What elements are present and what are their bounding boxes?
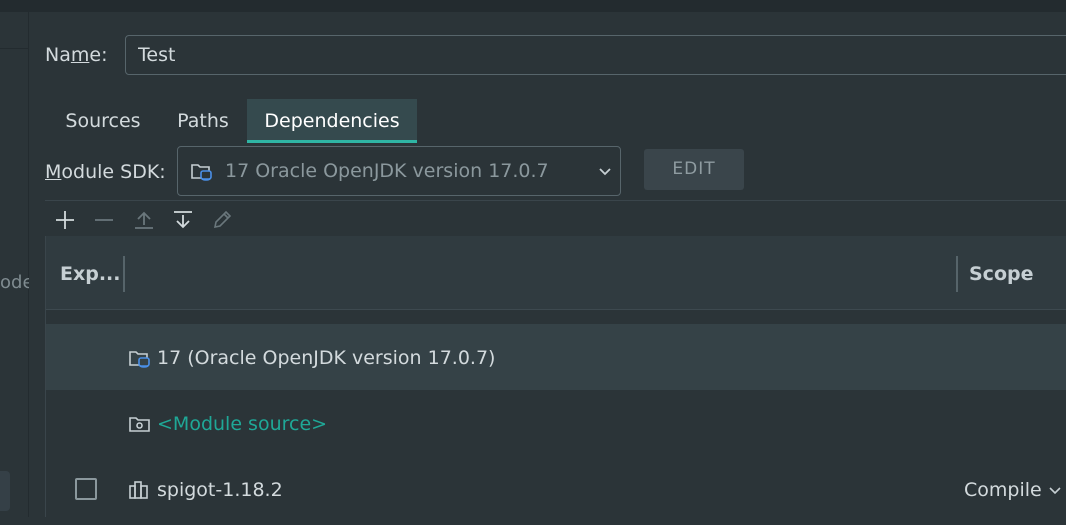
chevron-down-icon: [598, 163, 612, 182]
column-header-scope[interactable]: Scope: [969, 236, 1034, 312]
dependency-name: 17 (Oracle OpenJDK version 17.0.7): [157, 347, 496, 369]
module-source-folder-icon: [128, 413, 152, 439]
left-pane-button[interactable]: [0, 471, 10, 511]
table-header: Exp... Scope: [46, 236, 1066, 310]
name-label: Name:: [45, 44, 107, 66]
dependencies-table: Exp... Scope 17 (Oracle OpenJDK version …: [45, 236, 1066, 517]
column-resize-handle[interactable]: [123, 256, 125, 292]
module-sdk-value: 17 Oracle OpenJDK version 17.0.7: [225, 160, 549, 182]
export-checkbox[interactable]: [75, 478, 97, 500]
module-sdk-label-text: odule SDK:: [61, 161, 166, 183]
jdk-folder-icon: [128, 347, 152, 373]
remove-icon[interactable]: [93, 209, 115, 231]
dependency-name: <Module source>: [157, 413, 328, 435]
edit-pencil-icon[interactable]: [211, 209, 233, 231]
name-label-part: Na: [45, 44, 71, 66]
move-up-icon[interactable]: [133, 209, 155, 231]
edit-sdk-button[interactable]: EDIT: [644, 149, 744, 190]
library-icon: [128, 479, 152, 505]
title-bar: [0, 0, 1066, 12]
left-navigation-pane: ode: [0, 12, 34, 517]
column-resize-handle[interactable]: [956, 256, 958, 292]
name-label-mnemonic: m: [70, 44, 90, 66]
tab-dependencies[interactable]: Dependencies: [247, 99, 417, 143]
table-row[interactable]: <Module source>: [46, 390, 1066, 456]
move-down-icon[interactable]: [172, 209, 194, 231]
module-settings-panel: Name: Sources Paths Dependencies Module …: [29, 12, 1066, 517]
column-header-export[interactable]: Exp...: [60, 236, 121, 312]
jdk-folder-icon: [190, 160, 214, 186]
module-sdk-label: Module SDK:: [45, 161, 166, 183]
tab-paths[interactable]: Paths: [163, 99, 243, 143]
table-row[interactable]: 17 (Oracle OpenJDK version 17.0.7): [46, 324, 1066, 390]
module-name-field[interactable]: [125, 35, 1066, 75]
table-row[interactable]: spigot-1.18.2 Compile: [46, 456, 1066, 522]
add-icon[interactable]: [54, 209, 76, 231]
left-pane-divider: [0, 48, 28, 49]
scope-value: Compile: [964, 479, 1042, 501]
tab-sources[interactable]: Sources: [51, 99, 155, 143]
chevron-down-icon: [1048, 457, 1062, 525]
module-sdk-label-mnemonic: M: [45, 161, 62, 183]
name-label-part: e:: [89, 44, 108, 66]
module-sdk-dropdown[interactable]: 17 Oracle OpenJDK version 17.0.7: [177, 146, 621, 196]
scope-dropdown[interactable]: Compile: [964, 456, 1062, 525]
dependency-name: spigot-1.18.2: [157, 479, 283, 501]
dependencies-toolbar: [45, 200, 1066, 237]
